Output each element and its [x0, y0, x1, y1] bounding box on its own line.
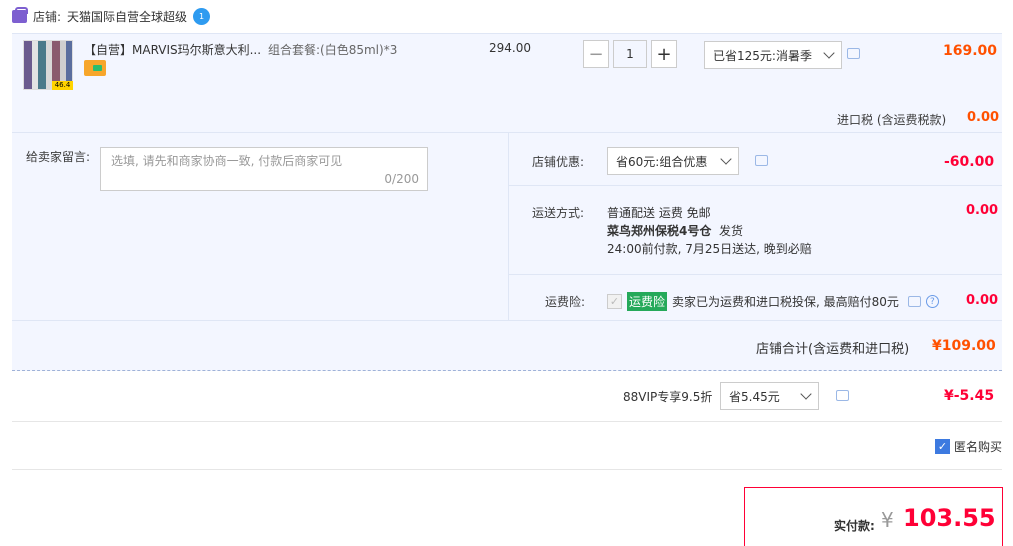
quantity-decrease-button[interactable]: − [583, 40, 609, 68]
shop-total-value: ¥109.00 [932, 338, 996, 354]
divider [508, 185, 1002, 186]
chat-icon[interactable] [907, 296, 921, 307]
payment-amount: 103.55 [903, 504, 996, 532]
shipping-method: 普通配送 运费 免邮 [607, 206, 711, 220]
shipping-info: 普通配送 运费 免邮 菜鸟郑州保税4号仓 发货 24:00前付款, 7月25日送… [607, 204, 812, 258]
help-icon[interactable]: ? [925, 295, 939, 308]
insurance-row: ✓ 运费险 卖家已为运费和进口税投保, 最高赔付80元 ? [607, 292, 939, 311]
divider [508, 274, 1002, 275]
anonymous-label: 匿名购买 [954, 440, 1003, 454]
vip-discount-amount: ¥-5.45 [944, 388, 995, 404]
shop-discount-amount: -60.00 [944, 154, 995, 170]
product-sku: 组合套餐:(白色85ml)*3 [268, 43, 398, 57]
import-tax-value: 0.00 [967, 110, 1000, 125]
check-icon: ✓ [609, 295, 620, 308]
shipping-label: 运送方式: [532, 206, 585, 220]
insurance-description: 卖家已为运费和进口税投保, 最高赔付80元 [672, 295, 899, 309]
insurance-tag: 运费险 [627, 292, 668, 311]
message-char-count: 0/200 [384, 172, 419, 186]
shop-total-label: 店铺合计(含运费和进口税) [756, 342, 910, 357]
shipping-warehouse: 菜鸟郑州保税4号仓 [607, 224, 712, 238]
vip-label: 88VIP专享9.5折 [623, 390, 713, 404]
shipping-warehouse-line: 菜鸟郑州保税4号仓 发货 [607, 222, 812, 240]
shipping-fee: 0.00 [966, 203, 999, 218]
quantity-increase-button[interactable]: + [651, 40, 677, 68]
shop-discount-label: 店铺优惠: [532, 155, 585, 169]
quantity-stepper: − 1 + [583, 40, 677, 68]
check-icon: ✓ [937, 440, 948, 453]
shipping-eta: 24:00前付款, 7月25日送达, 晚到必赔 [607, 242, 812, 256]
shop-discount-value-select: 省60元:组合优惠 [616, 154, 708, 169]
product-title[interactable]: 【自营】MARVIS玛尔斯意大利... [84, 41, 261, 58]
anonymous-option[interactable]: ✓ 匿名购买 [935, 438, 1002, 455]
shop-header: 店铺: 天猫国际自营全球超级 1 [12, 6, 211, 26]
import-tax-label: 进口税 (含运费税款) [837, 113, 947, 127]
item-discount-value: 已省125元:消暑季 [713, 48, 812, 63]
chevron-down-icon [823, 47, 835, 59]
divider [12, 469, 1002, 470]
card-icon [84, 60, 106, 76]
shop-badge[interactable]: 1 [193, 7, 211, 25]
thumbnail-price-tag: 46.4 [52, 81, 73, 90]
insurance-value: 0.00 [966, 293, 999, 308]
vip-discount-select[interactable]: 省5.45元 [720, 382, 819, 410]
item-subtotal: 169.00 [943, 43, 998, 59]
shop-icon [12, 6, 28, 23]
chat-icon[interactable] [755, 155, 768, 166]
anonymous-checkbox[interactable]: ✓ [935, 439, 950, 454]
insurance-checkbox[interactable]: ✓ [607, 294, 622, 309]
shipping-dispatch: 发货 [719, 224, 744, 238]
shop-label: 店铺: [33, 9, 62, 24]
divider [12, 421, 1002, 422]
chat-icon[interactable] [847, 48, 860, 59]
quantity-input[interactable]: 1 [613, 40, 647, 68]
shop-discount-select[interactable]: 省60元:组合优惠 [607, 147, 739, 175]
unit-price: 294.00 [489, 41, 531, 55]
payment-currency: ¥ [881, 508, 894, 532]
payment-label: 实付款: [834, 519, 875, 533]
message-placeholder: 选填, 请先和商家协商一致, 付款后商家可见 [111, 154, 343, 168]
chat-icon[interactable] [836, 390, 849, 401]
message-input[interactable]: 选填, 请先和商家协商一致, 付款后商家可见 0/200 [100, 147, 428, 191]
message-label: 给卖家留言: [26, 150, 91, 164]
insurance-label: 运费险: [545, 295, 586, 309]
chevron-down-icon [720, 153, 732, 165]
chevron-down-icon [800, 388, 812, 400]
item-discount-select[interactable]: 已省125元:消暑季 [704, 41, 842, 69]
vip-discount-value-select: 省5.45元 [729, 389, 780, 404]
shop-name[interactable]: 天猫国际自营全球超级 [67, 8, 187, 25]
